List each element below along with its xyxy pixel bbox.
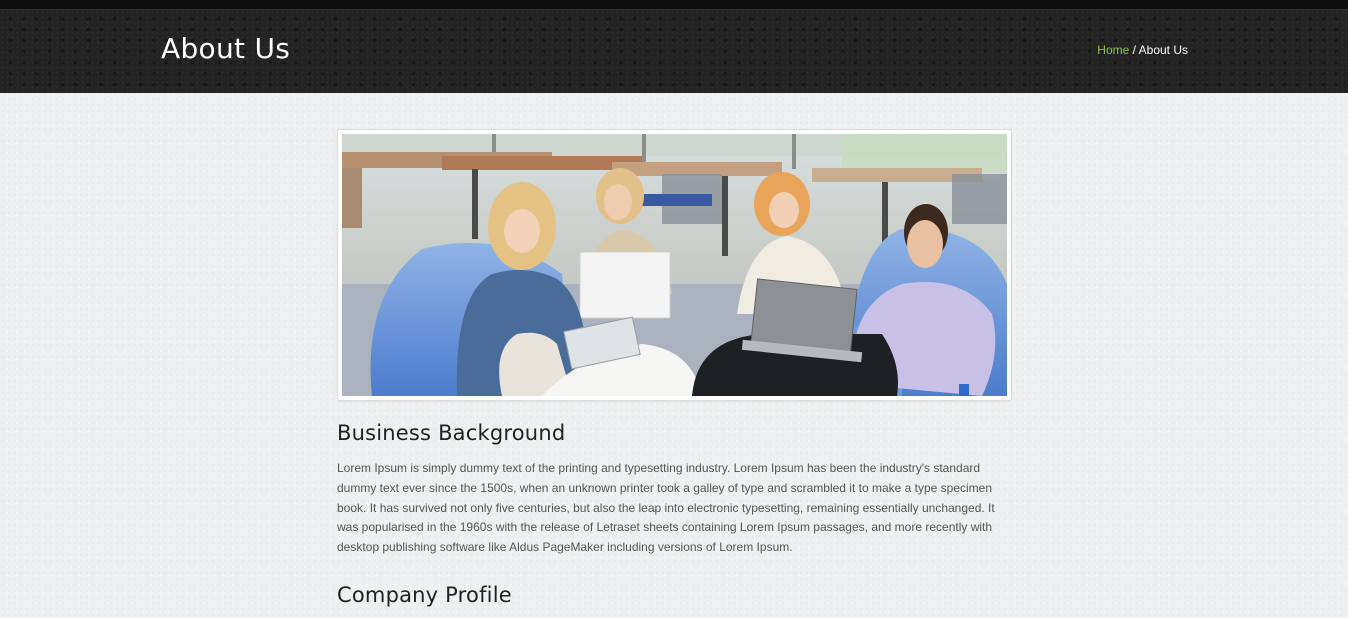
page-header: About Us Home / About Us <box>0 10 1348 93</box>
breadcrumb-current: About Us <box>1138 43 1188 57</box>
top-strip <box>0 0 1348 10</box>
hero-image <box>342 134 1007 396</box>
page-title: About Us <box>161 32 291 65</box>
breadcrumb-separator: / <box>1129 43 1139 57</box>
business-background-heading: Business Background <box>337 421 566 445</box>
breadcrumb: Home / About Us <box>1097 43 1188 57</box>
main-content: Business Background Lorem Ipsum is simpl… <box>337 129 1012 607</box>
breadcrumb-home-link[interactable]: Home <box>1097 43 1129 57</box>
business-background-text: Lorem Ipsum is simply dummy text of the … <box>337 461 995 555</box>
company-profile-heading: Company Profile <box>337 582 512 607</box>
hero-image-frame <box>337 129 1012 401</box>
